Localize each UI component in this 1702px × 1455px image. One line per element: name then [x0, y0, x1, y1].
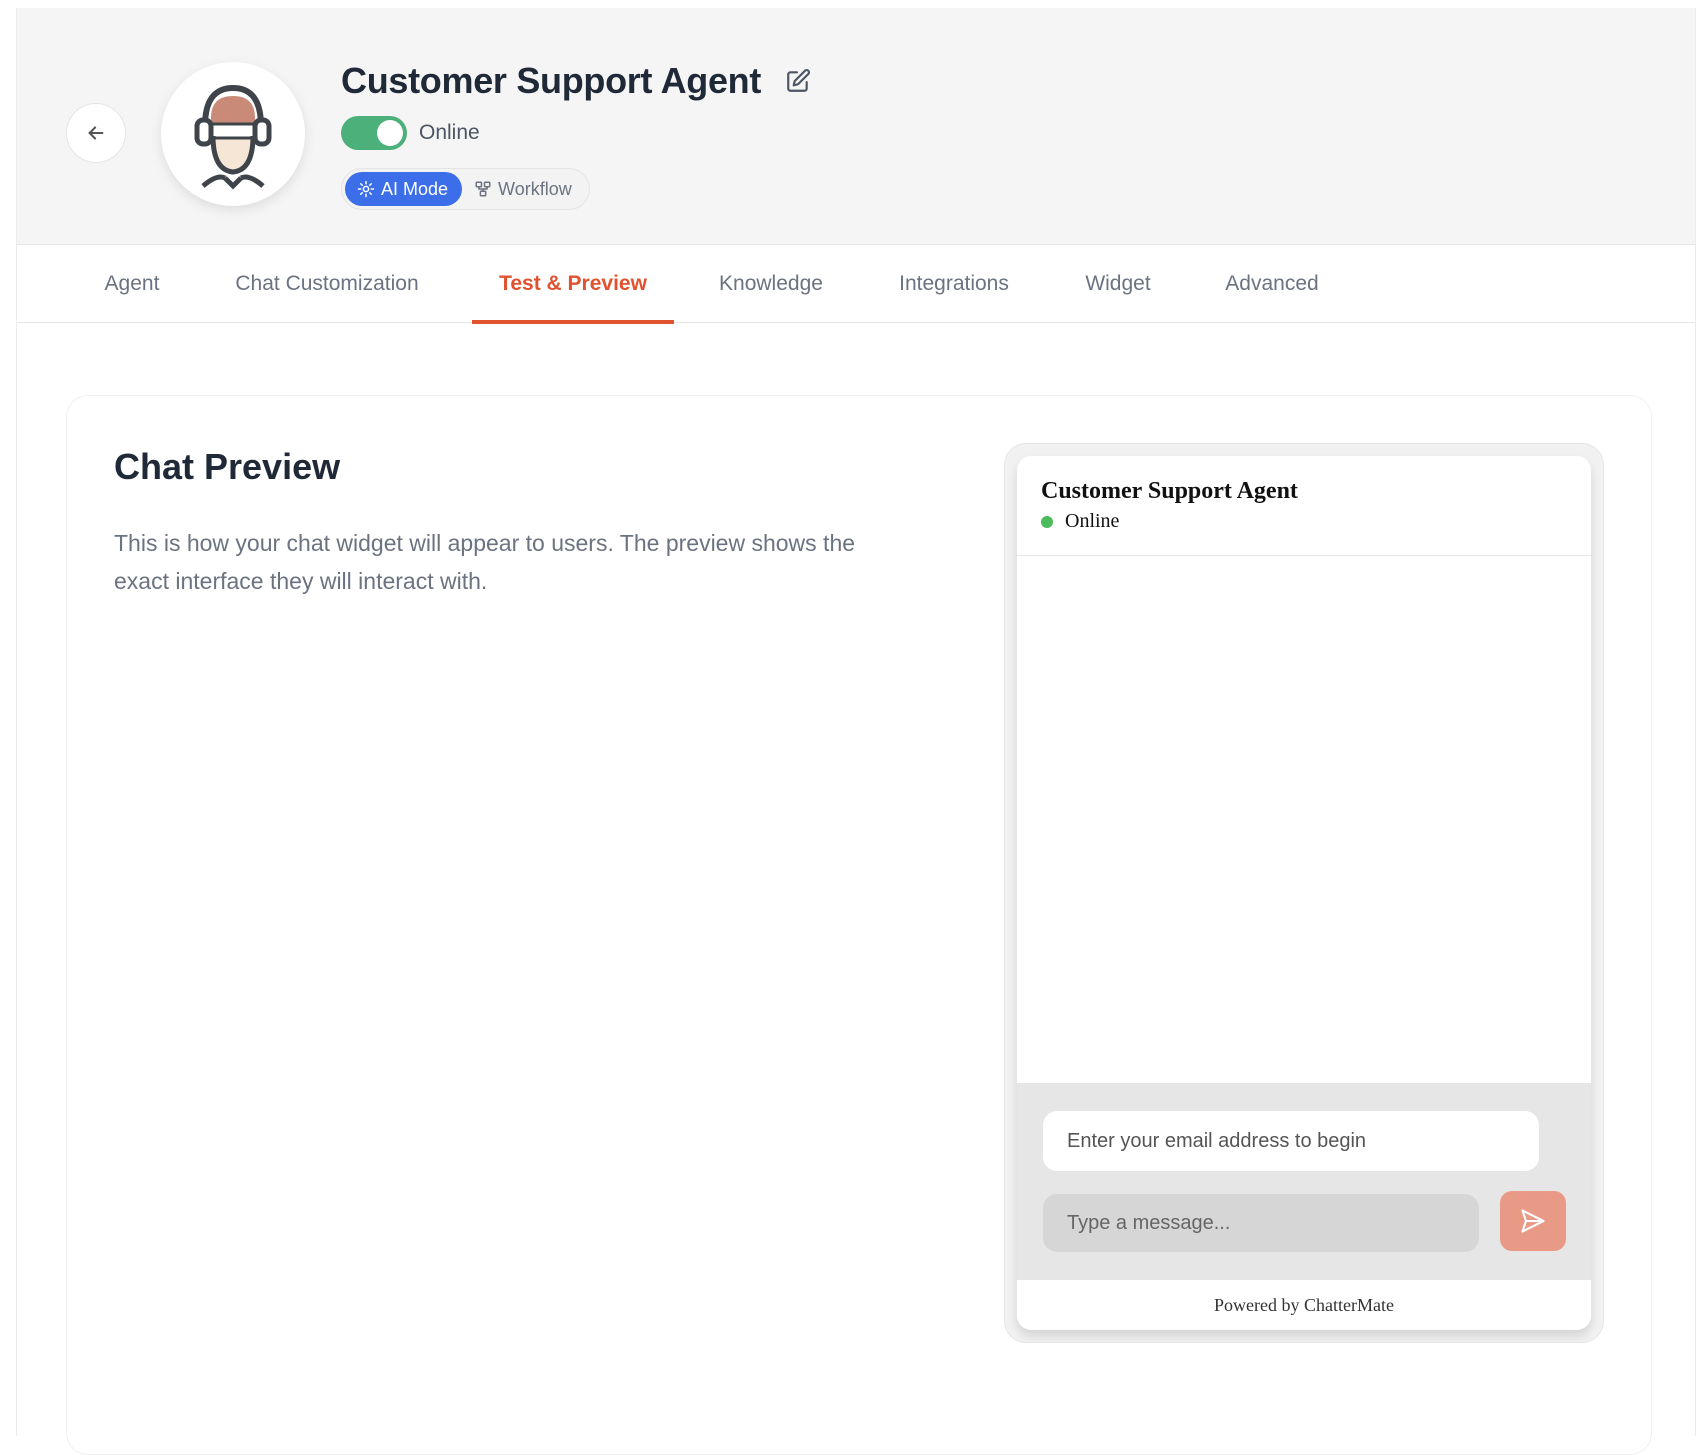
ai-mode-label: AI Mode — [381, 178, 449, 199]
tab-integrations[interactable]: Integrations — [872, 245, 1036, 323]
send-icon — [1521, 1209, 1545, 1233]
ai-mode-button[interactable]: AI Mode — [345, 172, 463, 206]
edit-icon — [787, 69, 811, 92]
widget-input-area — [1017, 1083, 1591, 1280]
online-dot-icon — [1041, 515, 1053, 528]
chat-widget-frame: Customer Support Agent Online Powered by… — [1004, 443, 1604, 1343]
widget-status: Online — [1041, 510, 1119, 533]
settings-tabs: Agent Chat Customization Test & Preview … — [17, 245, 1695, 324]
tab-chat-customization[interactable]: Chat Customization — [207, 245, 447, 323]
widget-agent-name: Customer Support Agent — [1041, 478, 1298, 504]
powered-by: Powered by ChatterMate — [1214, 1294, 1394, 1315]
agent-title: Customer Support Agent — [341, 60, 762, 101]
workflow-label: Workflow — [498, 178, 572, 199]
sparkle-icon — [357, 180, 375, 198]
preview-description: This is how your chat widget will appear… — [114, 530, 856, 594]
workflow-icon — [475, 181, 491, 197]
agent-header: Customer Support Agent Online AI Mode Wo… — [17, 8, 1695, 245]
tab-widget[interactable]: Widget — [1059, 245, 1177, 323]
status-label: Online — [419, 121, 480, 144]
chat-widget: Customer Support Agent Online Powered by… — [1017, 456, 1591, 1330]
agent-avatar — [161, 62, 305, 206]
widget-header: Customer Support Agent Online — [1017, 456, 1591, 556]
widget-status-label: Online — [1065, 510, 1120, 532]
title-row: Customer Support Agent — [341, 60, 813, 102]
arrow-left-icon — [88, 126, 104, 140]
mode-switch: AI Mode Workflow — [341, 168, 590, 210]
tab-test-preview[interactable]: Test & Preview — [472, 245, 674, 324]
status-row: Online — [341, 116, 480, 150]
workflow-button[interactable]: Workflow — [462, 172, 586, 206]
preview-title: Chat Preview — [114, 446, 341, 487]
edit-name-button[interactable] — [783, 66, 813, 96]
tab-knowledge[interactable]: Knowledge — [698, 245, 844, 323]
online-toggle[interactable] — [341, 116, 407, 150]
send-button[interactable] — [1500, 1191, 1566, 1251]
support-agent-icon — [194, 84, 272, 190]
message-area — [1017, 556, 1591, 1083]
agent-settings-page: Customer Support Agent Online AI Mode Wo… — [16, 8, 1696, 1455]
message-input[interactable] — [1043, 1194, 1479, 1252]
preview-card: Chat Preview This is how your chat widge… — [66, 395, 1652, 1455]
email-input[interactable] — [1043, 1111, 1539, 1171]
tab-advanced[interactable]: Advanced — [1197, 245, 1347, 323]
toggle-knob — [377, 120, 403, 146]
back-button[interactable] — [66, 103, 126, 163]
tab-agent[interactable]: Agent — [73, 245, 191, 323]
